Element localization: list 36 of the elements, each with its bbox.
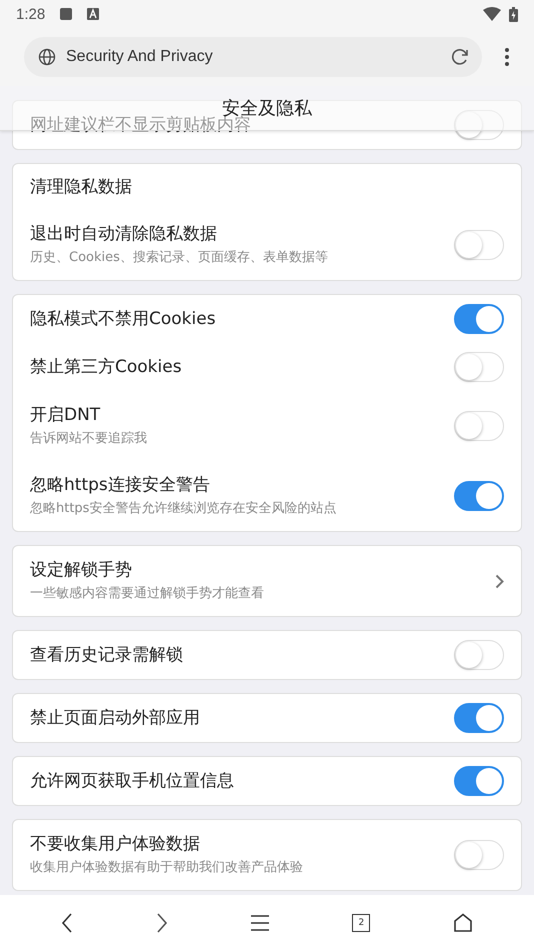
wifi-icon <box>483 7 501 21</box>
setting-title: 开启DNT <box>30 404 102 427</box>
setting-title: 禁止页面启动外部应用 <box>30 707 201 730</box>
toggle-switch[interactable] <box>454 481 504 511</box>
setting-title: 退出时自动清除隐私数据 <box>30 223 218 246</box>
menu-icon[interactable] <box>250 914 270 932</box>
page-title-text: Security And Privacy <box>66 48 213 66</box>
setting-title: 忽略https连接安全警告 <box>30 474 211 497</box>
reload-icon[interactable] <box>450 47 470 67</box>
status-time: 1:28 <box>16 6 46 22</box>
chevron-right-icon[interactable] <box>495 574 504 588</box>
setting-title: 隐私模式不禁用Cookies <box>30 308 217 331</box>
setting-description: 告诉网站不要追踪我 <box>30 430 148 448</box>
home-icon[interactable] <box>452 912 473 932</box>
battery-icon <box>509 6 518 22</box>
globe-icon <box>38 48 56 66</box>
address-bar[interactable]: Security And Privacy <box>24 37 482 77</box>
setting-description: 忽略https安全警告允许继续浏览存在安全风险的站点 <box>30 500 338 518</box>
forward-icon[interactable] <box>156 912 168 932</box>
section-heading: 清理隐私数据 <box>29 176 133 199</box>
setting-title: 设定解锁手势 <box>30 559 133 582</box>
more-menu-icon[interactable] <box>504 47 510 67</box>
setting-description: 收集用户体验数据有助于帮助我们改善产品体验 <box>30 859 304 877</box>
setting-description: 历史、Cookies、搜索记录、页面缓存、表单数据等 <box>30 249 329 267</box>
tab-count-button[interactable]: 2 <box>352 914 370 932</box>
toggle-switch[interactable] <box>454 304 504 334</box>
toggle-switch[interactable] <box>454 703 504 733</box>
setting-title: 查看历史记录需解锁 <box>30 644 184 667</box>
toggle-switch[interactable] <box>454 766 504 796</box>
back-icon[interactable] <box>61 912 74 932</box>
keyboard-icon <box>87 8 100 20</box>
notification-icon <box>59 7 74 21</box>
setting-title: 允许网页获取手机位置信息 <box>30 770 235 793</box>
setting-title: 不要收集用户体验数据 <box>30 833 201 856</box>
setting-title: 禁止第三方Cookies <box>30 356 183 379</box>
setting-description: 一些敏感内容需要通过解锁手势才能查看 <box>30 585 265 603</box>
